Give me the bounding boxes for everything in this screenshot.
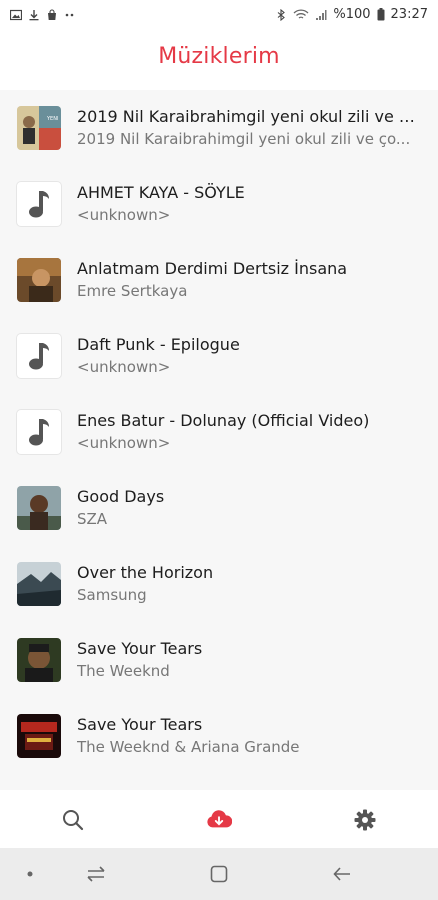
shopping-bag-notification-icon bbox=[46, 8, 58, 20]
song-title: Good Days bbox=[77, 487, 165, 506]
song-artist: <unknown> bbox=[77, 434, 171, 452]
album-art-image bbox=[17, 714, 61, 758]
song-texts: 2019 Nil Karaibrahimgil yeni okul zili v… bbox=[77, 106, 422, 150]
status-bar: %100 23:27 bbox=[0, 0, 438, 28]
signal-icon bbox=[315, 8, 327, 20]
album-art-image bbox=[17, 258, 61, 302]
song-artist: <unknown> bbox=[77, 206, 171, 224]
album-art-image bbox=[17, 486, 61, 530]
song-texts: Save Your Tears The Weeknd & Ariana Gran… bbox=[77, 714, 422, 758]
song-title: Over the Horizon bbox=[77, 563, 214, 582]
home-icon[interactable] bbox=[207, 862, 231, 886]
song-list-item[interactable]: Anlatmam Derdimi Dertsiz İnsana Emre Ser… bbox=[0, 242, 438, 318]
song-texts: Enes Batur - Dolunay (Official Video) <u… bbox=[77, 410, 422, 454]
wifi-icon bbox=[293, 8, 309, 20]
song-title: Daft Punk - Epilogue bbox=[77, 335, 240, 354]
song-texts: Good Days SZA bbox=[77, 486, 422, 530]
bottom-navigation bbox=[0, 790, 438, 848]
search-icon[interactable] bbox=[60, 807, 86, 833]
song-artist: 2019 Nil Karaibrahimgil yeni okul zili v… bbox=[77, 130, 411, 148]
album-art-image bbox=[17, 638, 61, 682]
song-list[interactable]: YENI 2019 Nil Karaibrahimgil yeni okul z… bbox=[0, 90, 438, 790]
song-artist: The Weeknd & Ariana Grande bbox=[77, 738, 300, 756]
song-texts: Over the Horizon Samsung bbox=[77, 562, 422, 606]
music-note-icon bbox=[17, 410, 61, 454]
song-title: Save Your Tears bbox=[77, 639, 203, 658]
system-navigation-bar bbox=[0, 848, 438, 900]
settings-gear-icon[interactable] bbox=[352, 807, 378, 833]
song-title: 2019 Nil Karaibrahimgil yeni okul zili v… bbox=[77, 107, 422, 126]
music-note-icon bbox=[17, 334, 61, 378]
song-artist: <unknown> bbox=[77, 358, 171, 376]
song-texts: Daft Punk - Epilogue <unknown> bbox=[77, 334, 422, 378]
battery-percent: %100 bbox=[333, 6, 371, 22]
clock: 23:27 bbox=[390, 6, 428, 22]
recent-apps-icon[interactable] bbox=[84, 862, 108, 886]
more-notifications-icon bbox=[64, 8, 76, 20]
song-artist: Samsung bbox=[77, 586, 147, 604]
song-artist: Emre Sertkaya bbox=[77, 282, 188, 300]
song-artist: SZA bbox=[77, 510, 108, 528]
song-list-item[interactable]: Enes Batur - Dolunay (Official Video) <u… bbox=[0, 394, 438, 470]
svg-text:YENI: YENI bbox=[46, 116, 58, 122]
album-art-image: YENI bbox=[17, 106, 61, 150]
bluetooth-icon bbox=[275, 8, 287, 22]
song-list-item[interactable]: AHMET KAYA - SÖYLE <unknown> bbox=[0, 166, 438, 242]
song-texts: Save Your Tears The Weeknd bbox=[77, 638, 422, 682]
song-title: AHMET KAYA - SÖYLE bbox=[77, 183, 245, 202]
song-list-item[interactable]: Daft Punk - Epilogue <unknown> bbox=[0, 318, 438, 394]
song-title: Anlatmam Derdimi Dertsiz İnsana bbox=[77, 259, 348, 278]
song-list-item[interactable]: Save Your Tears The Weeknd & Ariana Gran… bbox=[0, 698, 438, 774]
gallery-notification-icon bbox=[9, 8, 23, 21]
song-texts: AHMET KAYA - SÖYLE <unknown> bbox=[77, 182, 422, 226]
song-texts: Anlatmam Derdimi Dertsiz İnsana Emre Ser… bbox=[77, 258, 422, 302]
cloud-download-icon[interactable] bbox=[206, 807, 232, 833]
battery-icon bbox=[377, 8, 385, 21]
song-list-item[interactable]: YENI 2019 Nil Karaibrahimgil yeni okul z… bbox=[0, 90, 438, 166]
app-header: Müziklerim bbox=[0, 28, 438, 84]
song-artist: The Weeknd bbox=[77, 662, 170, 680]
music-note-icon bbox=[17, 182, 61, 226]
song-list-item[interactable]: Save Your Tears The Weeknd bbox=[0, 622, 438, 698]
status-right: %100 23:27 bbox=[275, 7, 428, 22]
dot-indicator-icon bbox=[18, 862, 42, 886]
song-list-item[interactable]: Over the Horizon Samsung bbox=[0, 546, 438, 622]
album-art-image bbox=[17, 562, 61, 606]
back-icon[interactable] bbox=[330, 862, 354, 886]
song-list-item[interactable]: Good Days SZA bbox=[0, 470, 438, 546]
download-notification-icon bbox=[28, 8, 40, 21]
song-title: Save Your Tears bbox=[77, 715, 203, 734]
status-left bbox=[9, 8, 76, 21]
page-title: Müziklerim bbox=[158, 43, 280, 69]
song-title: Enes Batur - Dolunay (Official Video) bbox=[77, 411, 370, 430]
